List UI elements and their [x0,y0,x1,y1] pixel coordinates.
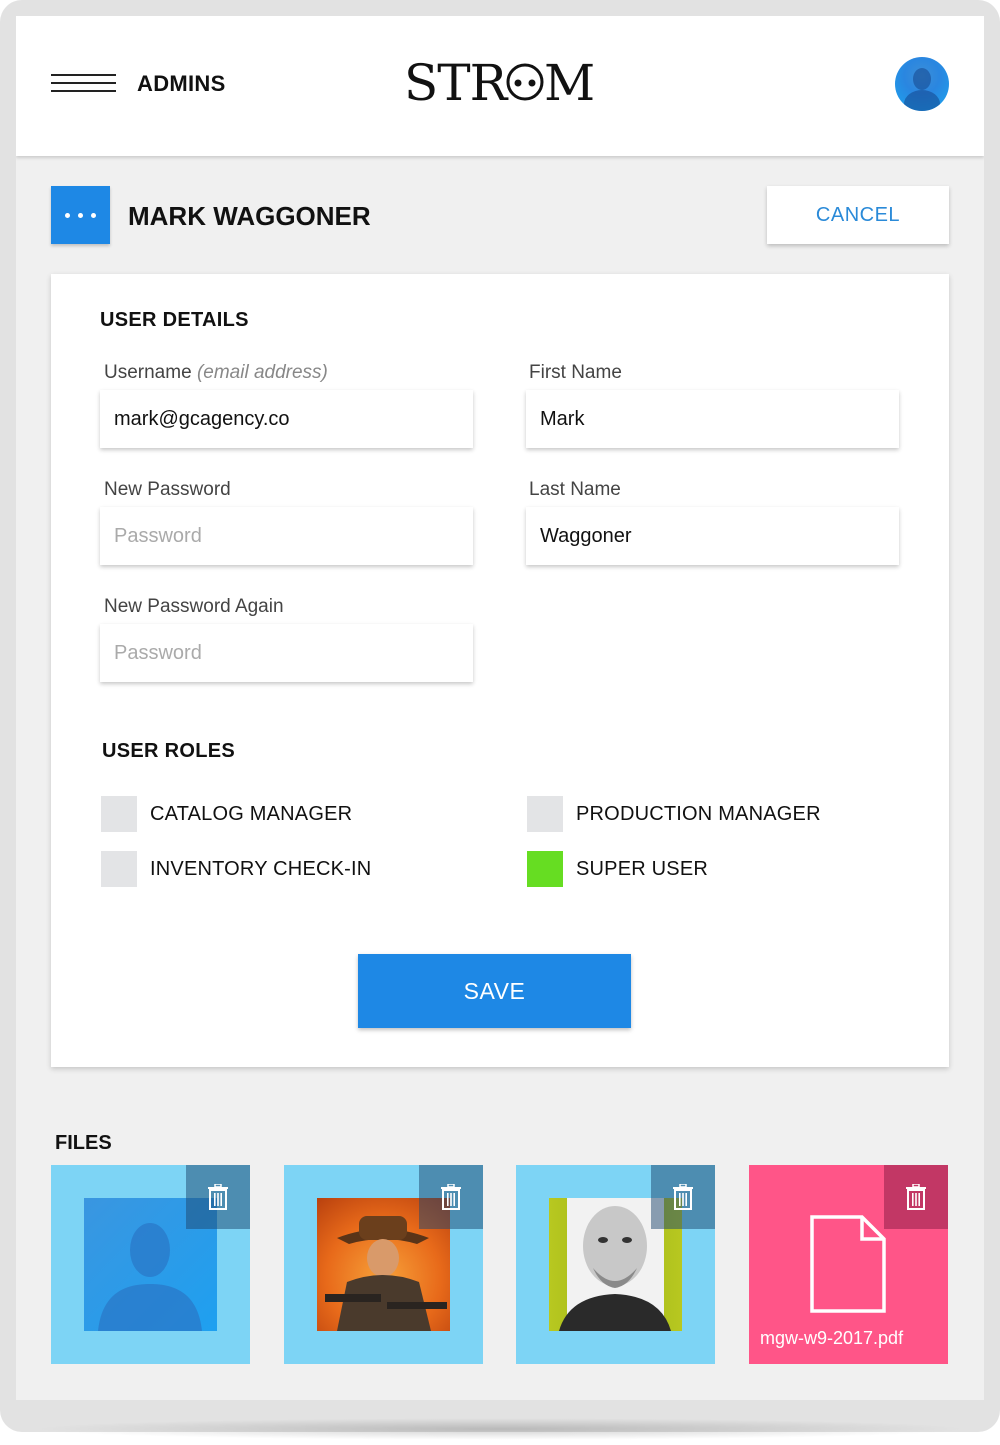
user-details-heading: USER DETAILS [100,309,249,331]
delete-file-button[interactable] [651,1165,715,1229]
role-label: PRODUCTION MANAGER [576,802,821,825]
file-name: mgw-w9-2017.pdf [760,1328,904,1348]
file-tile[interactable] [516,1165,715,1364]
svg-text:STR: STR [404,54,509,112]
username-label: Username (email address) [104,362,328,383]
role-label: INVENTORY CHECK-IN [150,857,372,880]
user-form-card: USER DETAILS Username (email address) Fi… [51,274,949,1067]
delete-file-button[interactable] [186,1165,250,1229]
new-password-field[interactable] [100,507,473,565]
first-name-field[interactable] [526,390,899,448]
role-production-manager[interactable]: PRODUCTION MANAGER [527,796,821,832]
cancel-button[interactable]: CANCEL [767,186,949,244]
file-tile[interactable] [284,1165,483,1364]
first-name-label: First Name [529,362,622,383]
strom-logo: STR M [404,54,595,112]
trash-icon [208,1184,228,1210]
user-avatar[interactable] [895,57,949,111]
file-tile[interactable] [51,1165,250,1364]
role-catalog-manager[interactable]: CATALOG MANAGER [101,796,352,832]
last-name-field[interactable] [526,507,899,565]
delete-file-button[interactable] [419,1165,483,1229]
delete-file-button[interactable] [884,1165,948,1229]
trash-icon [673,1184,693,1210]
trash-icon [906,1184,926,1210]
top-bar: ADMINS STR M [16,16,984,156]
checkbox[interactable] [101,796,137,832]
role-inventory-check-in[interactable]: INVENTORY CHECK-IN [101,851,371,887]
section-title: ADMINS [137,71,226,96]
file-tile-pdf[interactable]: mgw-w9-2017.pdf [749,1165,948,1364]
role-label: CATALOG MANAGER [150,802,353,825]
document-icon [810,1215,886,1313]
ellipsis-icon [65,213,70,218]
new-password-label: New Password [104,479,231,500]
user-roles-heading: USER ROLES [102,740,236,762]
role-super-user[interactable]: SUPER USER [527,851,708,887]
more-options-button[interactable] [51,186,110,244]
app-screen: ADMINS STR M MARK WAGGONER CANCEL USER D… [16,16,984,1400]
device-shadow [30,1418,970,1440]
last-name-label: Last Name [529,479,621,500]
save-button[interactable]: SAVE [358,954,631,1028]
trash-icon [441,1184,461,1210]
user-name-title: MARK WAGGONER [128,201,371,231]
username-field[interactable] [100,390,473,448]
files-heading: FILES [55,1132,112,1154]
hamburger-icon[interactable] [51,74,116,94]
role-label: SUPER USER [576,857,709,880]
checkbox-checked[interactable] [527,851,563,887]
svg-text:M: M [544,54,594,112]
checkbox[interactable] [101,851,137,887]
new-password-again-label: New Password Again [104,596,284,617]
checkbox[interactable] [527,796,563,832]
new-password-again-field[interactable] [100,624,473,682]
